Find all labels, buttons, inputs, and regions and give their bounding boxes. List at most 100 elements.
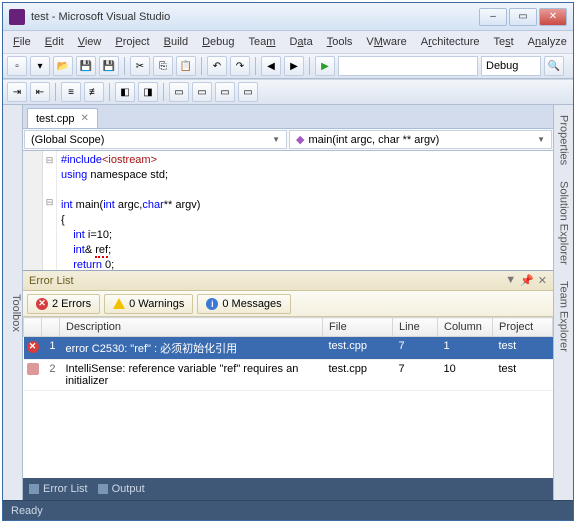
col-description[interactable]: Description (60, 318, 323, 337)
scope-dropdown-left[interactable]: (Global Scope) ▼ (24, 130, 287, 149)
error-filters: ✕ 2 Errors 0 Warnings i 0 Messages (23, 291, 553, 317)
menu-project[interactable]: Project (109, 34, 155, 50)
row-line: 7 (393, 337, 438, 360)
app-icon (9, 9, 25, 25)
editor-gutter (23, 151, 43, 270)
bookmark2-button[interactable]: ◨ (138, 82, 158, 102)
filter-errors-label: 2 Errors (52, 298, 91, 310)
menu-team[interactable]: Team (243, 34, 282, 50)
menu-data[interactable]: Data (283, 34, 318, 50)
error-list-panel: Error List ▼ 📌 ✕ ✕ 2 Errors 0 Warnings (23, 270, 553, 500)
nav-fwd-button[interactable]: ▶ (284, 56, 304, 76)
error-list-title: Error List (29, 275, 74, 287)
error-list-titlebar[interactable]: Error List ▼ 📌 ✕ (23, 271, 553, 291)
menu-tools[interactable]: Tools (321, 34, 359, 50)
row-file: test.cpp (323, 337, 393, 360)
redo-button[interactable]: ↷ (230, 56, 250, 76)
open-button[interactable]: 📂 (53, 56, 73, 76)
copy-button[interactable]: ⎘ (153, 56, 173, 76)
filter-messages-button[interactable]: i 0 Messages (197, 294, 290, 314)
bottom-tab-errorlist[interactable]: Error List (29, 483, 88, 495)
menu-vmware[interactable]: VMware (360, 34, 412, 50)
tab-icon (29, 484, 39, 494)
new-dropdown[interactable]: ▾ (30, 56, 50, 76)
uncomment-button[interactable]: ≢ (84, 82, 104, 102)
paste-button[interactable]: 📋 (176, 56, 196, 76)
cut-button[interactable]: ✂ (130, 56, 150, 76)
team-explorer-tab[interactable]: Team Explorer (558, 277, 570, 356)
row-num: 2 (42, 360, 60, 391)
menu-architecture[interactable]: Architecture (415, 34, 486, 50)
find-button[interactable]: 🔍 (544, 56, 564, 76)
window-title: test - Microsoft Visual Studio (31, 11, 479, 23)
misc4-button[interactable]: ▭ (238, 82, 258, 102)
panel-menu-icon[interactable]: ▼ (505, 274, 516, 287)
scope-bar: (Global Scope) ▼ ◆ main(int argc, char *… (23, 129, 553, 151)
maximize-button[interactable]: ▭ (509, 8, 537, 26)
warning-icon (113, 298, 125, 309)
bottom-tab-output[interactable]: Output (98, 483, 145, 495)
menu-file[interactable]: File (7, 34, 37, 50)
toolbox-tab[interactable]: Toolbox (3, 105, 23, 500)
save-button[interactable]: 💾 (76, 56, 96, 76)
menu-debug[interactable]: Debug (196, 34, 240, 50)
col-icon[interactable] (24, 318, 42, 337)
solution-explorer-tab[interactable]: Solution Explorer (558, 177, 570, 269)
col-column[interactable]: Column (438, 318, 493, 337)
table-header-row[interactable]: Description File Line Column Project (24, 318, 553, 337)
minimize-button[interactable]: – (479, 8, 507, 26)
close-button[interactable]: ✕ (539, 8, 567, 26)
method-icon: ◆ (296, 133, 304, 146)
chevron-down-icon: ▼ (537, 135, 545, 144)
outdent-button[interactable]: ⇤ (30, 82, 50, 102)
col-line[interactable]: Line (393, 318, 438, 337)
row-file: test.cpp (323, 360, 393, 391)
doc-tab-testcpp[interactable]: test.cpp ✕ (27, 108, 98, 128)
panel-close-icon[interactable]: ✕ (538, 274, 547, 287)
menu-edit[interactable]: Edit (39, 34, 70, 50)
saveall-button[interactable]: 💾 (99, 56, 119, 76)
close-tab-icon[interactable]: ✕ (81, 113, 89, 124)
error-table[interactable]: Description File Line Column Project ✕1e… (23, 317, 553, 478)
nav-back-button[interactable]: ◀ (261, 56, 281, 76)
scope-dropdown-right[interactable]: ◆ main(int argc, char ** argv) ▼ (289, 130, 552, 149)
code-content[interactable]: #include<iostream> using namespace std; … (57, 151, 553, 270)
col-project[interactable]: Project (493, 318, 553, 337)
misc3-button[interactable]: ▭ (215, 82, 235, 102)
comment-button[interactable]: ≡ (61, 82, 81, 102)
row-proj: test (493, 360, 553, 391)
toolbar-1: ▫ ▾ 📂 💾 💾 ✂ ⎘ 📋 ↶ ↷ ◀ ▶ ▶ 🔍 (3, 53, 573, 79)
status-bar: Ready (3, 500, 573, 520)
row-line: 7 (393, 360, 438, 391)
new-button[interactable]: ▫ (7, 56, 27, 76)
code-editor[interactable]: ⊟⊟ #include<iostream> using namespace st… (23, 151, 553, 270)
table-row[interactable]: 2IntelliSense: reference variable "ref" … (24, 360, 553, 391)
misc1-button[interactable]: ▭ (169, 82, 189, 102)
menu-analyze[interactable]: Analyze (522, 34, 573, 50)
bookmark-button[interactable]: ◧ (115, 82, 135, 102)
properties-tab[interactable]: Properties (558, 111, 570, 169)
misc2-button[interactable]: ▭ (192, 82, 212, 102)
row-num: 1 (42, 337, 60, 360)
menu-build[interactable]: Build (158, 34, 194, 50)
indent-button[interactable]: ⇥ (7, 82, 27, 102)
panel-pin-icon[interactable]: 📌 (520, 274, 534, 287)
undo-button[interactable]: ↶ (207, 56, 227, 76)
debug-target-dropdown[interactable] (481, 56, 541, 76)
table-row[interactable]: ✕1error C2530: "ref" : 必须初始化引用test.cpp71… (24, 337, 553, 360)
col-num[interactable] (42, 318, 60, 337)
menu-test[interactable]: Test (487, 34, 519, 50)
start-debug-button[interactable]: ▶ (315, 56, 335, 76)
outline-margin[interactable]: ⊟⊟ (43, 151, 57, 270)
filter-warnings-button[interactable]: 0 Warnings (104, 294, 193, 314)
filter-warnings-label: 0 Warnings (129, 298, 184, 310)
titlebar[interactable]: test - Microsoft Visual Studio – ▭ ✕ (3, 3, 573, 31)
filter-errors-button[interactable]: ✕ 2 Errors (27, 294, 100, 314)
row-proj: test (493, 337, 553, 360)
solution-config-dropdown[interactable] (338, 56, 478, 76)
col-file[interactable]: File (323, 318, 393, 337)
toolbar-2: ⇥ ⇤ ≡ ≢ ◧ ◨ ▭ ▭ ▭ ▭ (3, 79, 573, 105)
menu-view[interactable]: View (72, 34, 108, 50)
intellisense-icon (27, 363, 39, 375)
status-text: Ready (11, 505, 43, 517)
